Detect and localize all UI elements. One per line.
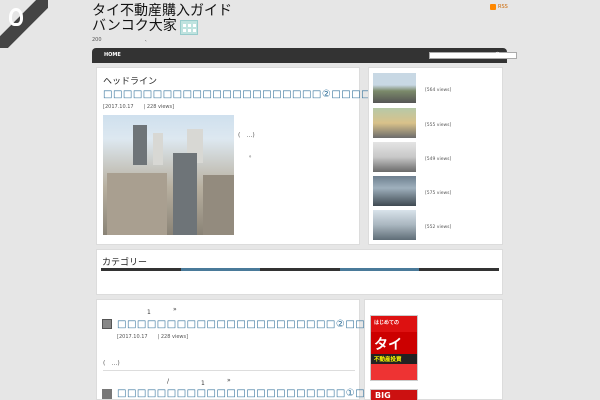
popular-item[interactable]: [549 views] <box>373 142 498 172</box>
breadcrumb-next[interactable]: » <box>173 306 177 313</box>
book-sub-text: 不動産投資 <box>374 357 402 363</box>
rss-link[interactable]: RSS <box>490 4 508 10</box>
posts-panel: 1 » □□□□□□□□□□□□□□□□□□□□□□②□□□□□□□“□□□”□… <box>96 299 474 400</box>
headline-excerpt: ( …) <box>238 132 255 139</box>
search-input[interactable] <box>429 52 517 59</box>
book-top-text: はじめての <box>374 320 400 326</box>
popular-posts-panel: [564 views] [555 views] [549 views] [575… <box>368 67 503 245</box>
post-meta: [2017.10.17 | 228 views] <box>117 334 189 340</box>
popular-thumb[interactable] <box>373 108 416 138</box>
category-panel: カテゴリー <box>96 249 503 295</box>
popular-thumb[interactable] <box>373 210 416 240</box>
building-icon <box>180 20 198 35</box>
category-bar-segment[interactable] <box>339 268 420 271</box>
headline-panel: ヘッドライン □□□□□□□□□□□□□□□□□□□□□□②□□□□□□□“□□… <box>96 67 452 245</box>
popular-item[interactable]: [555 views] <box>373 108 498 138</box>
site-title[interactable]: タイ不動産購入ガイド バンコク大家 <box>92 4 512 34</box>
popular-views: [555 views] <box>425 123 452 128</box>
breadcrumb-next[interactable]: » <box>227 377 231 384</box>
post-thumb-icon[interactable] <box>102 389 112 399</box>
popular-views: [552 views] <box>425 225 452 230</box>
headline-post-meta: [2017.10.17 | 228 views] <box>103 104 175 110</box>
nav-home-link[interactable]: HOME <box>104 52 121 58</box>
banner-panel: はじめての タイ 不動産投資 BIG <box>364 299 503 400</box>
rss-icon <box>490 4 496 10</box>
category-section-title: カテゴリー <box>102 258 148 268</box>
breadcrumb-number: 1 <box>201 380 205 387</box>
mourning-ribbon-icon <box>0 0 48 48</box>
post-divider <box>103 370 355 371</box>
popular-item[interactable]: [564 views] <box>373 73 498 103</box>
book2-banner[interactable]: BIG <box>370 389 418 400</box>
search-icon: ⚲ <box>494 51 501 59</box>
headline-section-title: ヘッドライン <box>103 77 158 87</box>
nav-bar: HOME ⚲ <box>92 48 517 63</box>
popular-thumb[interactable] <box>373 176 416 206</box>
headline-photo[interactable] <box>103 115 234 235</box>
popular-thumb[interactable] <box>373 73 416 103</box>
site-title-line2: バンコク大家 <box>92 18 177 34</box>
breadcrumb-number: 1 <box>147 309 151 316</box>
popular-views: [549 views] <box>425 157 452 162</box>
category-bar-segment[interactable] <box>180 268 261 271</box>
headline-dot: 。 <box>249 152 256 159</box>
popular-item[interactable]: [575 views] <box>373 176 498 206</box>
rss-label: RSS <box>498 4 508 10</box>
book2-text: BIG <box>375 391 391 400</box>
category-bar-segment[interactable] <box>101 268 181 271</box>
site-title-line1: タイ不動産購入ガイド <box>92 3 232 19</box>
site-subtitle: 200 、 <box>92 37 150 43</box>
book-banner[interactable]: はじめての タイ 不動産投資 <box>370 315 418 381</box>
category-bar <box>101 268 499 271</box>
category-bar-segment[interactable] <box>260 268 340 271</box>
popular-views: [575 views] <box>425 191 452 196</box>
site-header: タイ不動産購入ガイド バンコク大家 200 、 <box>92 4 512 44</box>
popular-thumb[interactable] <box>373 142 416 172</box>
category-bar-segment[interactable] <box>419 268 499 271</box>
post-excerpt: ( …) <box>103 360 120 367</box>
post-thumb-icon[interactable] <box>102 319 112 329</box>
breadcrumb-separator: / <box>167 378 170 385</box>
book-big-text: タイ <box>374 337 402 353</box>
search-button[interactable]: ⚲ <box>492 51 503 60</box>
popular-item[interactable]: [552 views] <box>373 210 498 240</box>
popular-views: [564 views] <box>425 88 452 93</box>
